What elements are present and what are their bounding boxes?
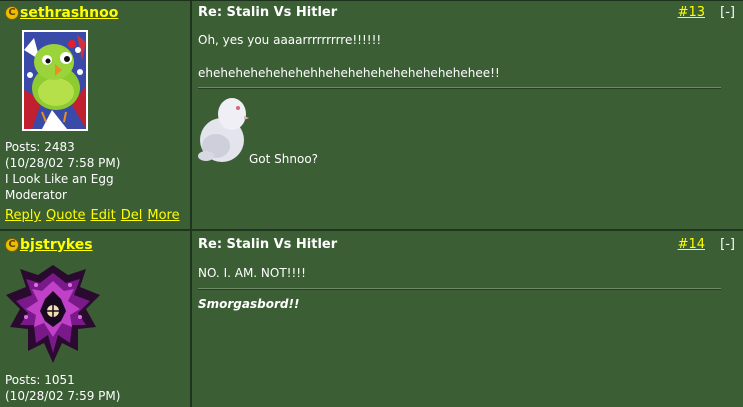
author-stats: Posts: 2483 (10/28/02 7:58 PM) I Look Li… (5, 139, 120, 203)
author-panel: C sethrashnoo Posts: 2483 (10/28/02 7:58… (0, 1, 192, 231)
reply-link[interactable]: Reply (5, 208, 41, 223)
collapse-toggle[interactable]: [-] (720, 237, 735, 252)
post-subject: Re: Stalin Vs Hitler (198, 237, 338, 252)
post-count: Posts: 1051 (5, 373, 75, 387)
username-link[interactable]: bjstrykes (20, 237, 93, 253)
online-status-icon: C (5, 6, 19, 20)
signature-divider (198, 87, 721, 89)
bird-avatar (22, 30, 88, 131)
post-number-link[interactable]: #14 (678, 237, 705, 252)
edit-link[interactable]: Edit (91, 208, 116, 223)
delete-link[interactable]: Del (121, 208, 143, 223)
author-line: C bjstrykes (5, 237, 93, 253)
post-subject: Re: Stalin Vs Hitler (198, 5, 338, 20)
post-body-line1: NO. I. AM. NOT!!!! (198, 266, 306, 280)
post-actions: Reply Quote Edit Del More (5, 208, 180, 223)
post-content: Re: Stalin Vs Hitler #14 [-] NO. I. AM. … (192, 231, 743, 407)
post-content: Re: Stalin Vs Hitler #13 [-] Oh, yes you… (192, 1, 743, 231)
author-line: C sethrashnoo (5, 5, 118, 21)
online-status-icon: C (5, 238, 19, 252)
username-link[interactable]: sethrashnoo (20, 5, 118, 21)
post-date: (10/28/02 7:58 PM) (5, 156, 121, 170)
post-number-link[interactable]: #13 (678, 5, 705, 20)
signature-text: Got Shnoo? (249, 152, 319, 166)
author-stats: Posts: 1051 (10/28/02 7:59 PM) (5, 372, 120, 404)
more-link[interactable]: More (147, 208, 179, 223)
forum-thread: C sethrashnoo Posts: 2483 (10/28/02 7:58… (0, 0, 743, 407)
signature-divider (198, 288, 721, 290)
dark-emblem-avatar (6, 265, 100, 363)
user-title-line1: I Look Like an Egg (5, 172, 114, 186)
post-count: Posts: 2483 (5, 140, 75, 154)
user-title-line2: Moderator (5, 188, 67, 202)
signature-text: Smorgasbord!! (198, 297, 300, 311)
post-body-line1: Oh, yes you aaaarrrrrrrrre!!!!!! (198, 33, 382, 47)
post-13: C sethrashnoo Posts: 2483 (10/28/02 7:58… (0, 1, 743, 231)
author-panel: C bjstrykes Posts: 1051 (10/28/02 7:59 P… (0, 231, 192, 407)
post-date: (10/28/02 7:59 PM) (5, 389, 121, 403)
post-14: C bjstrykes Posts: 1051 (10/28/02 7:59 P… (0, 231, 743, 407)
post-body-line2: ehehehehehehehehhehehehehehehehehehehee!… (198, 66, 500, 80)
quote-link[interactable]: Quote (46, 208, 86, 223)
collapse-toggle[interactable]: [-] (720, 5, 735, 20)
shnoo-bird-image (198, 98, 249, 162)
